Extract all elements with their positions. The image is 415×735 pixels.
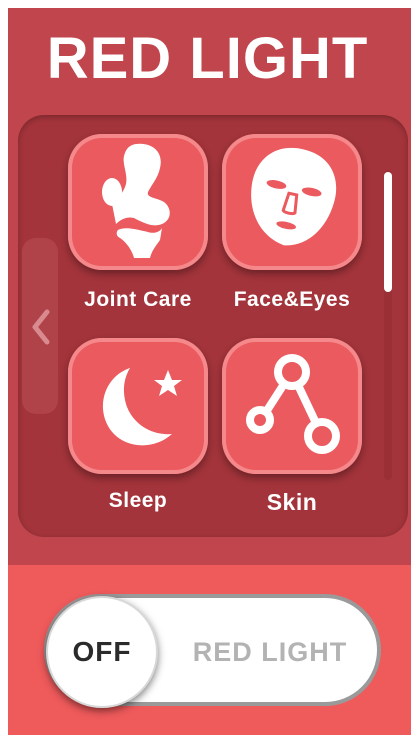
mode-label-face-eyes: Face&Eyes <box>233 288 351 311</box>
mode-label-sleep: Sleep <box>108 489 168 512</box>
moon-star-icon <box>102 368 182 446</box>
mode-label-joint-care: Joint Care <box>84 288 192 311</box>
toggle-state-label: OFF <box>72 636 132 667</box>
app-title: RED LIGHT <box>46 26 369 91</box>
mode-tile-joint-care[interactable] <box>68 134 208 270</box>
mode-tile-skin[interactable] <box>222 338 362 474</box>
scrollbar-thumb[interactable] <box>384 172 392 292</box>
skin-nodes-icon <box>246 354 340 454</box>
face-mask-icon <box>251 147 337 246</box>
mode-tile-face-eyes[interactable] <box>222 134 362 270</box>
toggle-name-label: RED LIGHT <box>192 637 348 667</box>
chevron-left-icon[interactable] <box>30 307 52 347</box>
mode-label-skin: Skin <box>266 489 318 515</box>
knee-joint-icon <box>102 143 170 258</box>
mode-tile-sleep[interactable] <box>68 338 208 474</box>
